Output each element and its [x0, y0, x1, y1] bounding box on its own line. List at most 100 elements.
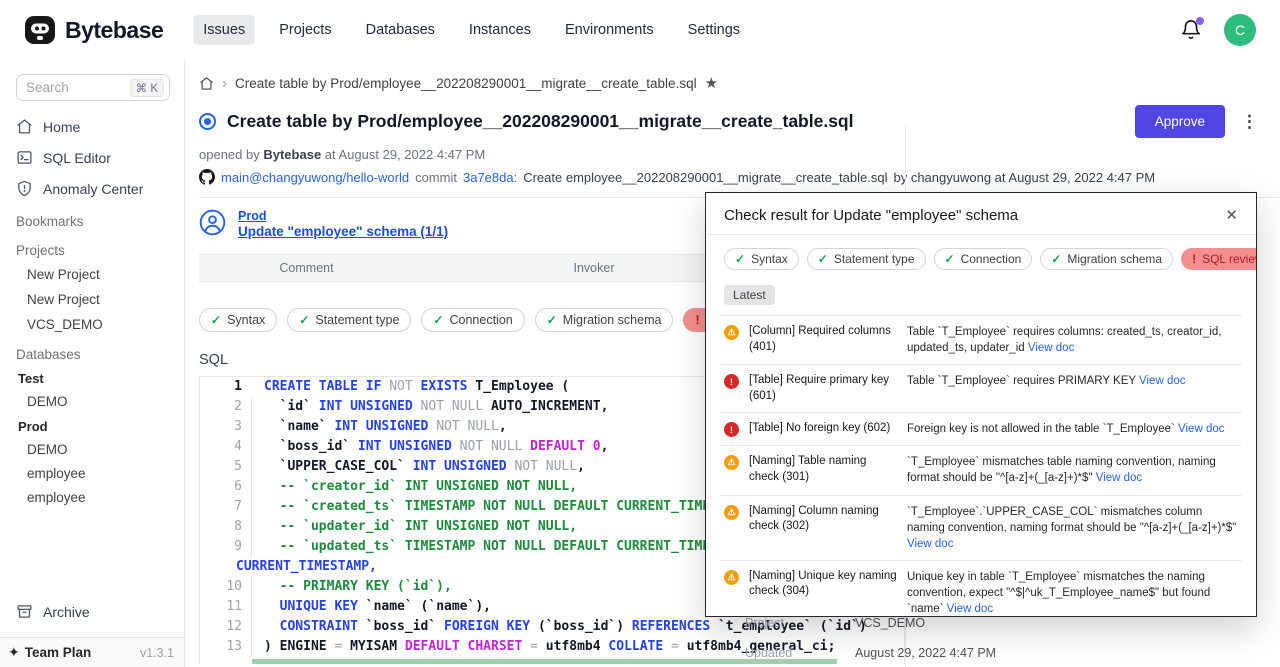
terminal-icon: [16, 149, 33, 166]
column-header-comment: Comment: [199, 261, 414, 275]
modal-check-badges: ✓Syntax ✓Statement type ✓Connection ✓ Migrat…: [706, 235, 1256, 270]
code-line-text: UNIQUE KEY `name` (`name`),: [252, 597, 491, 617]
top-navbar: Bytebase Issues Projects Databases Instance…: [0, 0, 1280, 60]
warning-icon: ⚠: [724, 505, 739, 520]
sidebar-db-item[interactable]: DEMO: [0, 390, 184, 414]
stage-env-link[interactable]: Prod: [238, 209, 448, 223]
search-placeholder: Search: [26, 80, 130, 95]
latest-button[interactable]: Latest: [724, 285, 775, 305]
archive-icon: [16, 603, 33, 620]
check-badge-migration-schema[interactable]: ✓Migration schema: [535, 308, 674, 332]
line-number: 12: [200, 617, 252, 637]
bytebase-logo[interactable]: Bytebase: [24, 15, 163, 45]
sidebar-db-item[interactable]: employee: [0, 486, 184, 510]
stage-task-link[interactable]: Update "employee" schema (1/1): [238, 224, 448, 239]
close-icon[interactable]: ✕: [1225, 206, 1238, 224]
check-badge-label: Migration schema: [1067, 252, 1162, 266]
check-result-row: ⚠[Naming] Table naming check (301)`T_Emp…: [720, 445, 1242, 494]
sidebar-project-item[interactable]: New Project: [0, 262, 184, 287]
warning-icon: ⚠: [724, 455, 739, 470]
nav-item-settings[interactable]: Settings: [678, 15, 750, 45]
sidebar-item-sql-editor[interactable]: SQL Editor: [0, 142, 184, 173]
check-icon: ✓: [547, 313, 557, 327]
check-icon: ✓: [299, 313, 309, 327]
sidebar-db-item[interactable]: DEMO: [0, 438, 184, 462]
home-icon[interactable]: [199, 76, 214, 91]
left-sidebar: Search ⌘ K HomeSQL EditorAnomaly Center …: [0, 60, 185, 667]
sidebar-project-item[interactable]: VCS_DEMO: [0, 312, 184, 337]
issue-opened-line: opened by Bytebase at August 29, 2022 4:…: [199, 147, 1280, 162]
nav-item-issues[interactable]: Issues: [193, 15, 255, 45]
check-result-row: ⚠[Naming] Unique key naming check (304)U…: [720, 560, 1242, 617]
sidebar-item-home[interactable]: Home: [0, 111, 184, 142]
code-line-text: `id` INT UNSIGNED NOT NULL AUTO_INCREMEN…: [252, 397, 608, 417]
meta-value: VCS_DEMO: [855, 616, 925, 630]
home-icon: [16, 118, 33, 135]
chevron-right-icon: ›: [222, 75, 227, 92]
error-icon: !: [1192, 252, 1196, 266]
bookmark-star-icon[interactable]: ★: [705, 74, 718, 92]
sidebar-section-projects: Projects: [0, 233, 184, 262]
check-badge-statement-type[interactable]: ✓Statement type: [287, 308, 411, 332]
vcs-commit-line: main@changyuwong/hello-world commit 3a7e…: [199, 169, 1280, 185]
rule-name: [Table] Require primary key (601): [749, 373, 897, 404]
check-badge-label: Statement type: [834, 252, 915, 266]
view-doc-link[interactable]: View doc: [1178, 423, 1224, 435]
view-doc-link[interactable]: View doc: [947, 603, 993, 615]
check-icon: ✓: [1051, 252, 1061, 266]
view-doc-link[interactable]: View doc: [907, 538, 953, 550]
check-badge-connection[interactable]: ✓Connection: [934, 248, 1033, 270]
code-line-text: -- PRIMARY KEY (`id`),: [252, 577, 452, 597]
code-line-text: -- `created_ts` TIMESTAMP NOT NULL DEFAU…: [252, 497, 757, 517]
error-icon: !: [724, 422, 739, 437]
vcs-commit-link[interactable]: 3a7e8da:: [463, 170, 517, 185]
sidebar-db-item[interactable]: employee: [0, 462, 184, 486]
line-number: 3: [200, 417, 252, 437]
sidebar-project-item[interactable]: New Project: [0, 287, 184, 312]
kebab-menu-icon[interactable]: ⋮: [1241, 112, 1258, 132]
check-badge-migration-schema[interactable]: ✓ Migration schema: [1040, 248, 1173, 270]
issue-creator: Bytebase: [263, 147, 321, 162]
sidebar-item-anomaly-center[interactable]: Anomaly Center: [0, 173, 184, 204]
github-icon: [199, 169, 215, 185]
view-doc-link[interactable]: View doc: [1096, 472, 1142, 484]
sidebar-item-archive[interactable]: Archive: [0, 596, 184, 627]
error-icon: !: [724, 374, 739, 389]
nav-item-instances[interactable]: Instances: [459, 15, 541, 45]
sidebar-env-item: Test: [0, 366, 184, 390]
breadcrumb-path[interactable]: Create table by Prod/employee__202208290…: [235, 76, 697, 91]
meta-row-updated: UpdatedAugust 29, 2022 4:47 PM: [745, 646, 996, 660]
view-doc-link[interactable]: View doc: [1028, 342, 1074, 354]
approve-button[interactable]: Approve: [1135, 105, 1225, 138]
check-badge-connection[interactable]: ✓Connection: [421, 308, 524, 332]
meta-row-project: ProjectVCS_DEMO: [745, 616, 925, 630]
sidebar-item-label: SQL Editor: [43, 150, 111, 166]
vcs-commit-message: Create employee__202208290001__migrate__…: [523, 170, 887, 185]
vcs-author: by changyuwong at August 29, 2022 4:47 P…: [893, 170, 1155, 185]
plan-label[interactable]: Team Plan: [25, 645, 92, 660]
navbar-right: C: [1180, 14, 1256, 46]
nav-item-environments[interactable]: Environments: [555, 15, 664, 45]
check-badge-statement-type[interactable]: ✓Statement type: [807, 248, 926, 270]
nav-item-projects[interactable]: Projects: [269, 15, 341, 45]
search-input[interactable]: Search ⌘ K: [16, 74, 170, 101]
code-line-text: -- `updater_id` INT UNSIGNED NOT NULL,: [252, 517, 577, 537]
check-badge-sql-review-failed[interactable]: !SQL review: [1181, 248, 1257, 270]
nav-item-databases[interactable]: Databases: [356, 15, 445, 45]
code-line-text: `boss_id` INT UNSIGNED NOT NULL DEFAULT …: [252, 437, 608, 457]
check-result-modal: Check result for Update "employee" schem…: [705, 192, 1257, 617]
check-badge-syntax[interactable]: ✓Syntax: [199, 308, 277, 332]
user-avatar[interactable]: C: [1224, 14, 1256, 46]
check-badge-syntax[interactable]: ✓Syntax: [724, 248, 799, 270]
code-line-text: `name` INT UNSIGNED NOT NULL,: [252, 417, 507, 437]
view-doc-link[interactable]: View doc: [1139, 375, 1185, 387]
line-number: 13: [200, 637, 252, 657]
rule-description: Foreign key is not allowed in the table …: [907, 421, 1238, 437]
bytebase-app: Bytebase Issues Projects Databases Instance…: [0, 0, 1280, 667]
rule-name: [Table] No foreign key (602): [749, 421, 897, 437]
notifications-bell-icon[interactable]: [1180, 19, 1202, 41]
plan-bar: ✦ Team Plan v1.3.1: [0, 637, 184, 667]
check-result-row: ![Table] Require primary key (601)Table …: [720, 364, 1242, 412]
vcs-branch-link[interactable]: main@changyuwong/hello-world: [221, 170, 409, 185]
modal-header: Check result for Update "employee" schem…: [706, 193, 1256, 235]
